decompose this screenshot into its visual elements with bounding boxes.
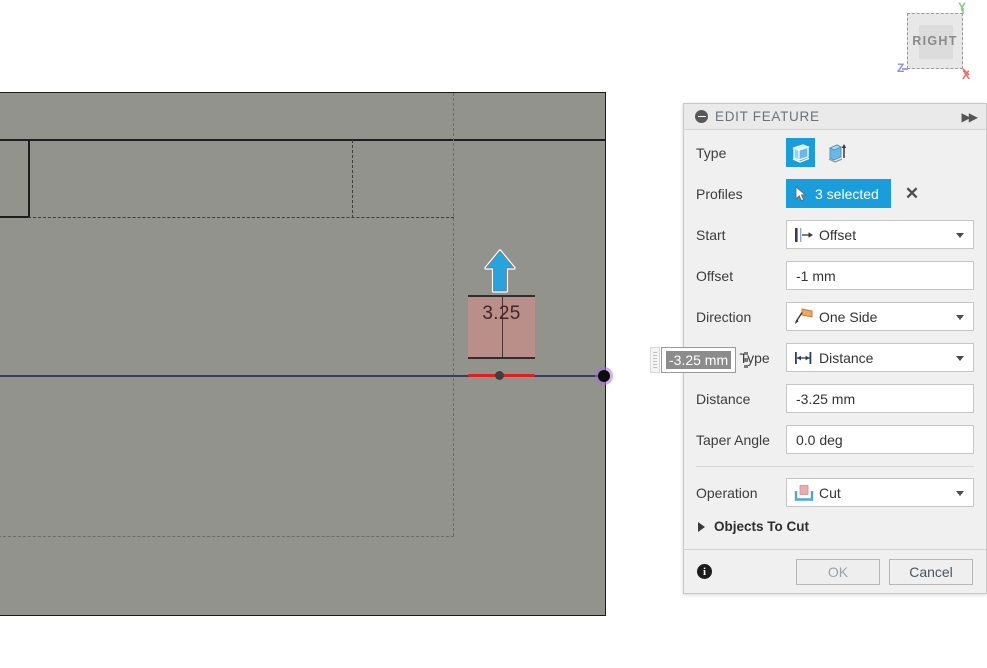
chevron-down-icon[interactable] [956, 491, 964, 496]
offset-input[interactable]: -1 mm [786, 261, 974, 290]
selection-arrow-icon [795, 185, 807, 201]
extrude-arrow-handle[interactable] [481, 249, 519, 294]
start-offset-icon [795, 227, 813, 242]
model-edge-top-band [0, 139, 606, 141]
operation-dropdown[interactable]: Cut [786, 478, 974, 507]
manipulator-distance-value[interactable]: 3.25 [468, 303, 535, 325]
distance-label: Distance [696, 390, 751, 407]
clear-selection-icon[interactable]: ✕ [905, 185, 919, 202]
distance-icon [795, 351, 812, 364]
ok-button[interactable]: OK [796, 558, 880, 585]
row-type: Type [696, 138, 974, 167]
extrude-solid-icon[interactable] [786, 138, 815, 167]
row-start: Start Offset [696, 220, 974, 249]
section-divider [696, 466, 974, 467]
dialog-title-bar[interactable]: EDIT FEATURE ▶▶ [684, 104, 986, 130]
hidden-edge-vertical-mid [352, 140, 353, 218]
start-value: Offset [819, 226, 857, 243]
row-profiles: Profiles 3 selected ✕ [696, 179, 974, 208]
hidden-edge-horizontal-lower [0, 536, 454, 537]
dialog-title-label: EDIT FEATURE [715, 109, 820, 124]
cancel-button[interactable]: Cancel [889, 558, 973, 585]
direction-value: One Side [819, 308, 878, 325]
drag-grip-icon[interactable] [650, 347, 660, 373]
taper-angle-input[interactable]: 0.0 deg [786, 425, 974, 454]
canvas-distance-value[interactable]: -3.25 mm [666, 351, 732, 369]
profiles-selection-button[interactable]: 3 selected [786, 179, 891, 208]
extrude-manipulator-box[interactable]: 3.25 [468, 295, 535, 359]
row-taper-angle: Taper Angle 0.0 deg [696, 425, 974, 454]
offset-label: Offset [696, 267, 734, 284]
model-edge-left-vertical [28, 140, 30, 218]
x-axis-label: X [962, 68, 971, 82]
canvas-distance-input[interactable]: -3.25 mm [661, 347, 737, 373]
chevron-down-icon[interactable] [956, 315, 964, 320]
start-label: Start [696, 226, 726, 243]
profiles-label: Profiles [696, 185, 743, 202]
one-side-icon [795, 308, 813, 324]
operation-value: Cut [819, 484, 841, 501]
dialog-body: Type Profiles 3 selected ✕ Start Offset … [684, 130, 986, 549]
chevron-down-icon[interactable] [956, 356, 964, 361]
operation-label: Operation [696, 484, 758, 501]
direction-label: Direction [696, 308, 752, 325]
kebab-menu-icon[interactable] [744, 351, 748, 369]
application-window: 3.25 RIGHT Y X Z EDIT FEATURE ▶▶ Type Pr… [0, 0, 987, 668]
taper-angle-value: 0.0 deg [796, 431, 843, 448]
hidden-edge-vertical-right [453, 93, 454, 536]
model-edge-left-pocket-bottom [0, 216, 30, 218]
row-distance: Distance -3.25 mm [696, 384, 974, 413]
distance-input[interactable]: -3.25 mm [786, 384, 974, 413]
sketch-point-midpoint[interactable] [495, 371, 504, 380]
z-axis-label: Z [897, 61, 905, 75]
row-offset: Offset -1 mm [696, 261, 974, 290]
cut-icon [794, 484, 814, 501]
distance-value: -3.25 mm [796, 390, 856, 407]
start-dropdown[interactable]: Offset [786, 220, 974, 249]
view-cube-axes [902, 8, 970, 76]
type-button-group[interactable] [786, 138, 851, 167]
view-cube[interactable]: RIGHT Y X Z [897, 0, 970, 82]
info-icon[interactable]: i [697, 564, 712, 579]
profiles-selected-count: 3 selected [815, 185, 879, 202]
offset-value: -1 mm [796, 267, 836, 284]
extent-type-value: Distance [819, 349, 874, 366]
objects-to-cut-label: Objects To Cut [714, 519, 810, 534]
sketch-point-selected[interactable] [598, 370, 610, 382]
direction-dropdown[interactable]: One Side [786, 302, 974, 331]
triangle-right-icon[interactable] [698, 521, 705, 532]
chevron-down-icon[interactable] [956, 233, 964, 238]
row-operation: Operation Cut [696, 478, 974, 507]
extent-type-dropdown[interactable]: Distance [786, 343, 974, 372]
canvas-value-input-overlay[interactable]: -3.25 mm [650, 346, 748, 374]
taper-angle-label: Taper Angle [696, 431, 770, 448]
extrude-thin-icon[interactable] [822, 138, 851, 167]
collapse-minus-icon[interactable] [695, 110, 708, 123]
y-axis-label: Y [958, 0, 967, 14]
dialog-footer: i OK Cancel [684, 549, 986, 593]
row-direction: Direction One Side [696, 302, 974, 331]
type-label: Type [696, 144, 727, 161]
objects-to-cut-expander[interactable]: Objects To Cut [698, 519, 974, 534]
hidden-edge-horizontal-upper [28, 217, 454, 218]
double-chevron-right-icon[interactable]: ▶▶ [962, 110, 979, 124]
